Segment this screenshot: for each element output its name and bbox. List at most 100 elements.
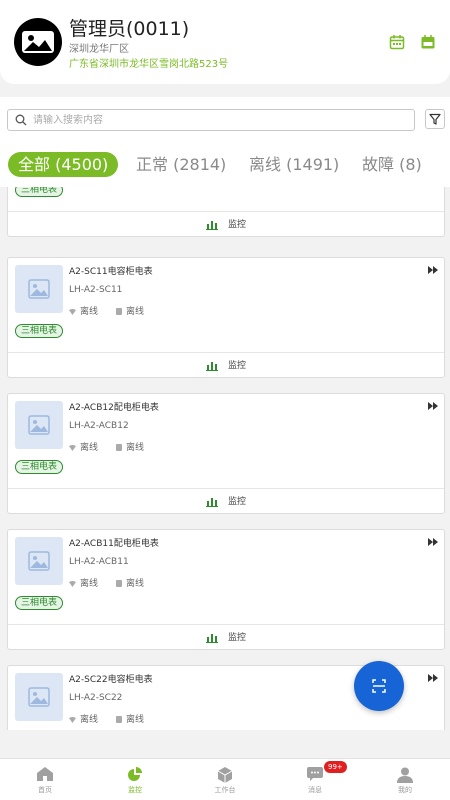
search-box[interactable] bbox=[7, 109, 415, 131]
device-code: LH-A2-ACB12 bbox=[69, 421, 129, 431]
bar-chart-icon bbox=[206, 633, 218, 643]
device-image bbox=[15, 265, 63, 313]
nav-home[interactable]: 首页 bbox=[0, 759, 90, 800]
tab-fault[interactable]: 故障 (8) bbox=[362, 152, 422, 177]
monitor-label: 监控 bbox=[228, 633, 247, 643]
monitor-label: 监控 bbox=[228, 497, 247, 507]
user-name: 管理员(0011) bbox=[69, 18, 190, 40]
device-code: LH-A2-SC11 bbox=[69, 285, 123, 295]
battery-icon bbox=[116, 308, 122, 315]
device-title: A2-SC11电容柜电表 bbox=[69, 267, 153, 277]
device-title: A2-SC22电容柜电表 bbox=[69, 675, 153, 685]
monitor-button[interactable]: 监控 bbox=[206, 358, 246, 371]
image-placeholder-icon bbox=[28, 551, 50, 571]
signal-status-label: 离线 bbox=[80, 715, 99, 725]
tab-all[interactable]: 全部 (4500) bbox=[8, 152, 119, 177]
device-card[interactable]: A2-SC11电容柜电表 LH-A2-SC11 离线 离线 三相电表 监控 bbox=[7, 257, 445, 378]
power-status: 离线 bbox=[116, 576, 144, 589]
bar-chart-icon bbox=[206, 361, 218, 371]
meter-type-badge: 三相电表 bbox=[15, 324, 64, 338]
card-divider bbox=[8, 488, 444, 489]
device-code: LH-A2-ACB11 bbox=[69, 557, 129, 567]
battery-icon bbox=[116, 444, 122, 451]
site-address: 广东省深圳市龙华区雪岗北路523号 bbox=[69, 59, 229, 70]
home-icon bbox=[37, 767, 53, 781]
header: 管理员(0011) 深圳龙华厂区 广东省深圳市龙华区雪岗北路523号 bbox=[0, 0, 450, 84]
meter-type-badge: 三相电表 bbox=[15, 596, 64, 610]
card-divider bbox=[8, 352, 444, 353]
power-status-label: 离线 bbox=[126, 715, 145, 725]
forward-icon[interactable] bbox=[428, 402, 439, 410]
device-card[interactable]: A2-ACB11配电柜电表 LH-A2-ACB11 离线 离线 三相电表 监控 bbox=[7, 529, 445, 650]
device-list: 三相电表 监控 A2-SC11电容柜电表 LH-A2-SC11 离线 离线 三相… bbox=[0, 187, 450, 730]
device-title: A2-ACB12配电柜电表 bbox=[69, 403, 159, 413]
image-placeholder-icon bbox=[28, 415, 50, 435]
monitor-button[interactable]: 监控 bbox=[206, 494, 246, 507]
meter-type-badge: 三相电表 bbox=[15, 187, 64, 197]
search-icon bbox=[15, 114, 27, 126]
pie-chart-icon bbox=[128, 767, 142, 781]
filter-icon bbox=[429, 113, 441, 125]
signal-status: 离线 bbox=[69, 712, 98, 725]
search-input[interactable] bbox=[33, 111, 403, 129]
card-divider bbox=[8, 624, 444, 625]
monitor-label: 监控 bbox=[228, 361, 247, 371]
power-status: 离线 bbox=[116, 304, 144, 317]
image-placeholder-icon bbox=[28, 687, 50, 707]
nav-workbench[interactable]: 工作台 bbox=[180, 759, 270, 800]
nav-messages[interactable]: 99+ 消息 bbox=[270, 759, 360, 800]
battery-icon bbox=[116, 580, 122, 587]
bar-chart-icon bbox=[206, 220, 218, 230]
monitor-button[interactable]: 监控 bbox=[206, 630, 246, 643]
device-image bbox=[15, 673, 63, 721]
battery-icon bbox=[116, 716, 122, 723]
nav-profile-label: 我的 bbox=[398, 786, 412, 794]
forward-icon[interactable] bbox=[428, 538, 439, 546]
nav-workbench-label: 工作台 bbox=[214, 786, 236, 794]
scan-icon bbox=[372, 679, 386, 693]
nav-monitor-label: 监控 bbox=[128, 786, 142, 794]
bottom-nav: 首页 监控 工作台 99+ 消息 我的 bbox=[0, 758, 450, 800]
device-card[interactable]: A2-ACB12配电柜电表 LH-A2-ACB12 离线 离线 三相电表 监控 bbox=[7, 393, 445, 514]
wifi-icon bbox=[69, 444, 76, 451]
nav-profile[interactable]: 我的 bbox=[360, 759, 450, 800]
image-placeholder-icon bbox=[28, 279, 50, 299]
power-status: 离线 bbox=[116, 440, 144, 453]
signal-status-label: 离线 bbox=[80, 307, 99, 317]
user-icon bbox=[397, 767, 413, 783]
power-status-label: 离线 bbox=[126, 443, 145, 453]
monitor-label: 监控 bbox=[228, 220, 247, 230]
device-card[interactable]: 三相电表 监控 bbox=[7, 187, 445, 237]
monitor-button[interactable]: 监控 bbox=[206, 217, 246, 230]
tab-offline[interactable]: 离线 (1491) bbox=[249, 152, 339, 177]
nav-monitor[interactable]: 监控 bbox=[90, 759, 180, 800]
status-tabs: 全部 (4500) 正常 (2814) 离线 (1491) 故障 (8) bbox=[0, 141, 450, 187]
signal-status: 离线 bbox=[69, 440, 98, 453]
search-bar bbox=[0, 97, 450, 141]
signal-status-label: 离线 bbox=[80, 579, 99, 589]
message-icon bbox=[307, 767, 323, 781]
scan-button[interactable] bbox=[354, 661, 404, 711]
device-image bbox=[15, 537, 63, 585]
device-title: A2-ACB11配电柜电表 bbox=[69, 539, 159, 549]
power-status: 离线 bbox=[116, 712, 144, 725]
forward-icon[interactable] bbox=[428, 266, 439, 274]
calendar-icon[interactable] bbox=[389, 34, 405, 50]
signal-status: 离线 bbox=[69, 304, 98, 317]
calendar-filled-icon[interactable] bbox=[420, 34, 436, 50]
meter-type-badge: 三相电表 bbox=[15, 460, 64, 474]
filter-button[interactable] bbox=[425, 109, 445, 129]
device-image bbox=[15, 401, 63, 449]
avatar[interactable] bbox=[14, 18, 62, 66]
tab-normal[interactable]: 正常 (2814) bbox=[136, 152, 226, 177]
bar-chart-icon bbox=[206, 497, 218, 507]
power-status-label: 离线 bbox=[126, 307, 145, 317]
forward-icon[interactable] bbox=[428, 674, 439, 682]
signal-status: 离线 bbox=[69, 576, 98, 589]
site-name: 深圳龙华厂区 bbox=[69, 44, 129, 55]
message-count-badge: 99+ bbox=[324, 761, 347, 773]
card-divider bbox=[8, 211, 444, 212]
signal-status-label: 离线 bbox=[80, 443, 99, 453]
power-status-label: 离线 bbox=[126, 579, 145, 589]
nav-home-label: 首页 bbox=[38, 786, 52, 794]
